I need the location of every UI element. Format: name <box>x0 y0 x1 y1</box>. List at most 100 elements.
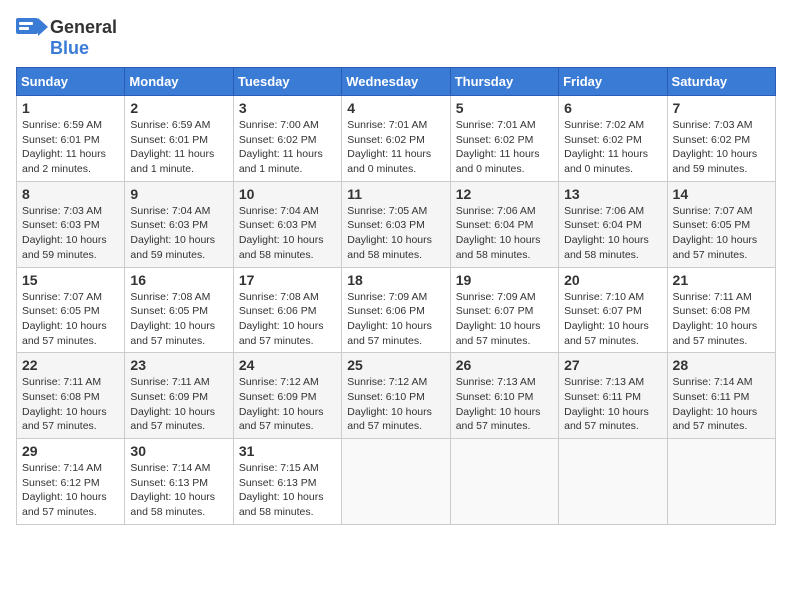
calendar-cell: 30Sunrise: 7:14 AMSunset: 6:13 PMDayligh… <box>125 439 233 525</box>
day-info: Sunrise: 7:06 AMSunset: 6:04 PMDaylight:… <box>564 204 661 263</box>
day-info: Sunrise: 7:09 AMSunset: 6:07 PMDaylight:… <box>456 290 553 349</box>
day-number: 16 <box>130 272 227 288</box>
day-info: Sunrise: 7:06 AMSunset: 6:04 PMDaylight:… <box>456 204 553 263</box>
day-number: 1 <box>22 100 119 116</box>
day-info: Sunrise: 7:03 AMSunset: 6:02 PMDaylight:… <box>673 118 770 177</box>
day-number: 2 <box>130 100 227 116</box>
day-number: 7 <box>673 100 770 116</box>
day-number: 14 <box>673 186 770 202</box>
calendar-cell: 11Sunrise: 7:05 AMSunset: 6:03 PMDayligh… <box>342 181 450 267</box>
day-info: Sunrise: 7:14 AMSunset: 6:12 PMDaylight:… <box>22 461 119 520</box>
day-number: 5 <box>456 100 553 116</box>
calendar-cell: 13 Sunrise: 7:06 AMSunset: 6:04 PMDayligh… <box>559 181 667 267</box>
day-number: 18 <box>347 272 444 288</box>
weekday-wednesday: Wednesday <box>342 68 450 96</box>
calendar-cell <box>450 439 558 525</box>
day-info: Sunrise: 7:09 AMSunset: 6:06 PMDaylight:… <box>347 290 444 349</box>
calendar-cell: 8 Sunrise: 7:03 AMSunset: 6:03 PMDaylight… <box>17 181 125 267</box>
weekday-sunday: Sunday <box>17 68 125 96</box>
day-info: Sunrise: 7:13 AMSunset: 6:11 PMDaylight:… <box>564 375 661 434</box>
day-number: 23 <box>130 357 227 373</box>
calendar-cell: 25 Sunrise: 7:12 AMSunset: 6:10 PMDayligh… <box>342 353 450 439</box>
day-info: Sunrise: 7:14 AMSunset: 6:11 PMDaylight:… <box>673 375 770 434</box>
calendar-cell: 28 Sunrise: 7:14 AMSunset: 6:11 PMDayligh… <box>667 353 775 439</box>
calendar-cell: 10 Sunrise: 7:04 AMSunset: 6:03 PMDayligh… <box>233 181 341 267</box>
weekday-saturday: Saturday <box>667 68 775 96</box>
day-info: Sunrise: 7:08 AMSunset: 6:06 PMDaylight:… <box>239 290 336 349</box>
day-number: 20 <box>564 272 661 288</box>
day-info: Sunrise: 7:12 AMSunset: 6:10 PMDaylight:… <box>347 375 444 434</box>
calendar-body: 1 Sunrise: 6:59 AMSunset: 6:01 PMDaylight… <box>17 96 776 525</box>
logo-blue-text: Blue <box>50 38 89 59</box>
calendar-cell: 1 Sunrise: 6:59 AMSunset: 6:01 PMDaylight… <box>17 96 125 182</box>
calendar-cell: 19 Sunrise: 7:09 AMSunset: 6:07 PMDayligh… <box>450 267 558 353</box>
calendar-cell: 6 Sunrise: 7:02 AMSunset: 6:02 PMDaylight… <box>559 96 667 182</box>
calendar-cell <box>559 439 667 525</box>
weekday-monday: Monday <box>125 68 233 96</box>
day-number: 17 <box>239 272 336 288</box>
day-number: 10 <box>239 186 336 202</box>
logo-general-text: General <box>50 17 117 37</box>
day-number: 15 <box>22 272 119 288</box>
day-number: 12 <box>456 186 553 202</box>
calendar-cell: 24 Sunrise: 7:12 AMSunset: 6:09 PMDayligh… <box>233 353 341 439</box>
day-info: Sunrise: 7:07 AMSunset: 6:05 PMDaylight:… <box>673 204 770 263</box>
week-row-5: 29Sunrise: 7:14 AMSunset: 6:12 PMDayligh… <box>17 439 776 525</box>
week-row-2: 8 Sunrise: 7:03 AMSunset: 6:03 PMDaylight… <box>17 181 776 267</box>
calendar-cell: 18 Sunrise: 7:09 AMSunset: 6:06 PMDayligh… <box>342 267 450 353</box>
day-number: 9 <box>130 186 227 202</box>
day-info: Sunrise: 7:07 AMSunset: 6:05 PMDaylight:… <box>22 290 119 349</box>
day-info: Sunrise: 7:03 AMSunset: 6:03 PMDaylight:… <box>22 204 119 263</box>
day-info: Sunrise: 7:11 AMSunset: 6:08 PMDaylight:… <box>673 290 770 349</box>
day-number: 24 <box>239 357 336 373</box>
day-info: Sunrise: 7:04 AMSunset: 6:03 PMDaylight:… <box>239 204 336 263</box>
calendar-cell: 21 Sunrise: 7:11 AMSunset: 6:08 PMDayligh… <box>667 267 775 353</box>
day-info: Sunrise: 7:11 AMSunset: 6:09 PMDaylight:… <box>130 375 227 434</box>
day-info: Sunrise: 7:04 AMSunset: 6:03 PMDaylight:… <box>130 204 227 263</box>
week-row-1: 1 Sunrise: 6:59 AMSunset: 6:01 PMDaylight… <box>17 96 776 182</box>
day-info: Sunrise: 7:01 AMSunset: 6:02 PMDaylight:… <box>347 118 444 177</box>
day-info: Sunrise: 7:12 AMSunset: 6:09 PMDaylight:… <box>239 375 336 434</box>
weekday-tuesday: Tuesday <box>233 68 341 96</box>
calendar-cell: 15 Sunrise: 7:07 AMSunset: 6:05 PMDayligh… <box>17 267 125 353</box>
weekday-friday: Friday <box>559 68 667 96</box>
calendar-table: SundayMondayTuesdayWednesdayThursdayFrid… <box>16 67 776 525</box>
day-number: 27 <box>564 357 661 373</box>
day-number: 28 <box>673 357 770 373</box>
day-info: Sunrise: 7:02 AMSunset: 6:02 PMDaylight:… <box>564 118 661 177</box>
calendar-cell <box>667 439 775 525</box>
day-info: Sunrise: 6:59 AMSunset: 6:01 PMDaylight:… <box>22 118 119 177</box>
day-number: 8 <box>22 186 119 202</box>
weekday-header-row: SundayMondayTuesdayWednesdayThursdayFrid… <box>17 68 776 96</box>
day-info: Sunrise: 7:00 AMSunset: 6:02 PMDaylight:… <box>239 118 336 177</box>
day-number: 22 <box>22 357 119 373</box>
day-number: 3 <box>239 100 336 116</box>
calendar-cell: 27 Sunrise: 7:13 AMSunset: 6:11 PMDayligh… <box>559 353 667 439</box>
day-number: 31 <box>239 443 336 459</box>
calendar-cell: 31 Sunrise: 7:15 AMSunset: 6:13 PMDayligh… <box>233 439 341 525</box>
calendar-cell: 23 Sunrise: 7:11 AMSunset: 6:09 PMDayligh… <box>125 353 233 439</box>
day-info: Sunrise: 6:59 AMSunset: 6:01 PMDaylight:… <box>130 118 227 177</box>
calendar-cell: 9 Sunrise: 7:04 AMSunset: 6:03 PMDaylight… <box>125 181 233 267</box>
day-info: Sunrise: 7:13 AMSunset: 6:10 PMDaylight:… <box>456 375 553 434</box>
day-number: 13 <box>564 186 661 202</box>
day-number: 6 <box>564 100 661 116</box>
day-info: Sunrise: 7:15 AMSunset: 6:13 PMDaylight:… <box>239 461 336 520</box>
day-info: Sunrise: 7:10 AMSunset: 6:07 PMDaylight:… <box>564 290 661 349</box>
calendar-cell: 3 Sunrise: 7:00 AMSunset: 6:02 PMDaylight… <box>233 96 341 182</box>
page-header: General Blue <box>16 16 776 59</box>
day-number: 26 <box>456 357 553 373</box>
day-number: 25 <box>347 357 444 373</box>
logo-icon <box>16 16 48 38</box>
day-number: 19 <box>456 272 553 288</box>
calendar-cell: 26 Sunrise: 7:13 AMSunset: 6:10 PMDayligh… <box>450 353 558 439</box>
calendar-cell <box>342 439 450 525</box>
calendar-cell: 12 Sunrise: 7:06 AMSunset: 6:04 PMDayligh… <box>450 181 558 267</box>
day-number: 21 <box>673 272 770 288</box>
calendar-cell: 2 Sunrise: 6:59 AMSunset: 6:01 PMDaylight… <box>125 96 233 182</box>
calendar-cell: 7 Sunrise: 7:03 AMSunset: 6:02 PMDaylight… <box>667 96 775 182</box>
day-info: Sunrise: 7:08 AMSunset: 6:05 PMDaylight:… <box>130 290 227 349</box>
day-number: 4 <box>347 100 444 116</box>
calendar-cell: 22Sunrise: 7:11 AMSunset: 6:08 PMDayligh… <box>17 353 125 439</box>
day-info: Sunrise: 7:14 AMSunset: 6:13 PMDaylight:… <box>130 461 227 520</box>
